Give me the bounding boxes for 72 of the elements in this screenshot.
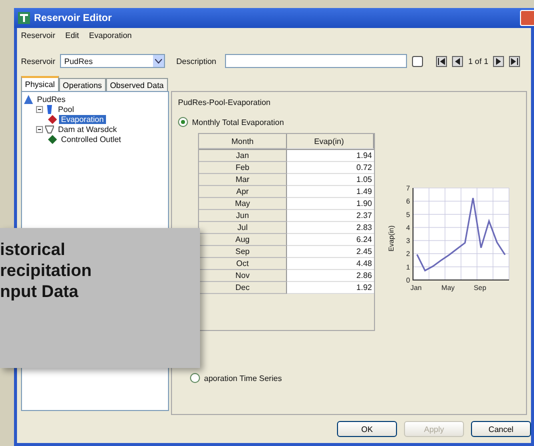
reservoir-dropdown[interactable]: PudRes [60,54,166,68]
triangle-right-icon [495,58,502,64]
table-cell: 2.83 [287,222,374,234]
collapse-icon[interactable] [36,126,43,132]
last-record-button[interactable] [509,56,520,66]
column-header: Evap(in) [287,134,374,149]
menu-item[interactable]: Evaporation [89,30,132,40]
tree-item[interactable]: Evaporation [59,114,106,124]
radio-button[interactable] [190,373,200,383]
tab[interactable]: Operations [58,78,106,91]
table-cell: 4.48 [287,258,374,270]
table-cell: 1.92 [287,282,374,294]
panel-title: PudRes-Pool-Evaporation [178,98,272,109]
menu-item[interactable]: Reservoir [21,30,56,40]
table-cell: 2.37 [287,210,374,222]
table-cell: Nov [199,270,287,282]
tab[interactable]: Observed Data [106,78,168,91]
table-cell: Aug [199,234,287,246]
skip-back-icon [438,58,446,64]
table-cell: Oct [199,258,287,270]
table-cell: May [199,198,287,210]
table-cell: Dec [199,282,287,294]
table-cell: 1.05 [287,174,374,186]
description-label: Description [176,56,216,66]
close-button[interactable] [520,10,534,26]
table-cell: 1.49 [287,186,374,198]
record-position: 1 of 1 [468,56,488,66]
table-cell: 1.90 [287,198,374,210]
reservoir-label: Reservoir [21,56,56,66]
table-cell: Apr [199,186,287,198]
tree-item[interactable]: Pool [56,104,76,114]
description-field[interactable] [225,54,408,68]
table-cell: Jul [199,222,287,234]
dialog-button[interactable]: OK [337,421,397,437]
table-cell: 0.72 [287,162,374,174]
table-cell: Jun [199,210,287,222]
window-title: Reservoir Editor [34,12,113,24]
tree-item[interactable]: Dam at Warsdck [56,124,119,134]
diamond-icon [48,114,57,124]
radio-button[interactable] [178,117,188,127]
collapse-icon[interactable] [36,106,43,112]
radio-label: aporation Time Series [204,374,282,382]
caption-text: istorical [0,240,66,260]
table-cell: 1.94 [287,150,374,162]
tree-item[interactable]: Controlled Outlet [59,134,124,144]
table-cell: Mar [199,174,287,186]
table-cell: 6.24 [287,234,374,246]
tree-item[interactable]: PudRes [35,94,68,104]
triangle-left-icon [454,58,462,64]
first-record-button[interactable] [436,56,448,66]
pool-icon [45,104,54,114]
radio-label: Monthly Total Evaporation [192,118,284,126]
tab[interactable]: Physical [21,76,59,91]
triangle-icon [24,94,33,104]
menu-item[interactable]: Edit [65,30,80,40]
skip-forward-icon [511,58,518,64]
diamond-icon [48,134,57,144]
dialog-button[interactable]: Cancel [471,421,531,437]
table-cell: 2.45 [287,246,374,258]
dam-icon [45,124,54,134]
table-cell: Jan [199,150,287,162]
table-cell: 2.86 [287,270,374,282]
column-header: Month [199,134,287,149]
table-cell: Feb [199,162,287,174]
table-cell: Sep [199,246,287,258]
edit-button[interactable] [412,56,424,66]
previous-record-button[interactable] [452,56,464,66]
caption-text: nput Data [0,282,78,302]
chevron-icon [155,58,162,64]
next-record-button[interactable] [493,56,504,66]
app-icon [18,12,30,24]
caption-text: recipitation [0,261,92,281]
